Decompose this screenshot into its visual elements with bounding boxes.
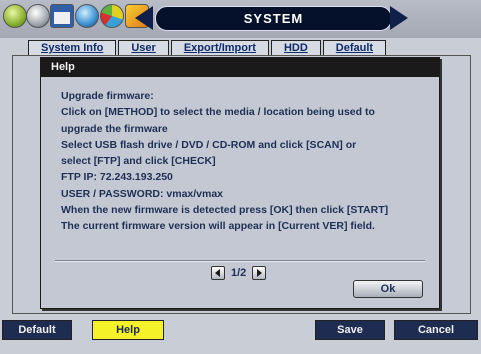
save-button[interactable]: Save: [315, 320, 385, 340]
cancel-button[interactable]: Cancel: [394, 320, 478, 340]
next-menu-arrow-icon[interactable]: [390, 6, 408, 30]
help-line: select [FTP] and click [CHECK]: [61, 155, 216, 168]
prev-page-button[interactable]: [211, 266, 225, 280]
tab-system-info[interactable]: System Info: [28, 40, 117, 55]
help-line: Select USB flash drive / DVD / CD-ROM an…: [61, 138, 357, 151]
help-line: The current firmware version will appear…: [61, 220, 375, 233]
tab-default[interactable]: Default: [322, 40, 387, 55]
prev-menu-arrow-icon[interactable]: [135, 6, 153, 30]
pager: 1/2: [211, 265, 267, 281]
triangle-right-icon: [257, 269, 263, 277]
help-dialog: Help Upgrade firmware: Click on [METHOD]…: [40, 57, 440, 309]
calendar-icon[interactable]: [50, 4, 74, 28]
help-line: FTP IP: 72.243.193.250: [61, 171, 173, 184]
tab-user[interactable]: User: [118, 40, 169, 55]
top-toolbar: SYSTEM: [0, 0, 481, 38]
power-icon[interactable]: [26, 4, 50, 28]
help-line: Click on [METHOD] to select the media / …: [61, 106, 375, 119]
ok-button[interactable]: Ok: [353, 280, 423, 298]
gear-icon[interactable]: [3, 4, 27, 28]
bottom-button-bar: Default Help Save Cancel: [0, 320, 481, 342]
divider: [55, 260, 425, 262]
help-button[interactable]: Help: [92, 320, 164, 340]
help-text: Upgrade firmware: Click on [METHOD] to s…: [61, 88, 431, 235]
menu-title: SYSTEM: [155, 6, 392, 31]
page-indicator: 1/2: [231, 267, 247, 279]
help-line: USER / PASSWORD: vmax/vmax: [61, 187, 224, 200]
help-line: upgrade the firmware: [61, 122, 168, 135]
default-button[interactable]: Default: [2, 320, 72, 340]
tab-export-import[interactable]: Export/Import: [170, 40, 269, 55]
tab-hdd[interactable]: HDD: [270, 40, 321, 55]
triangle-left-icon: [215, 269, 220, 277]
next-page-button[interactable]: [252, 266, 267, 280]
help-line: Upgrade firmware:: [61, 90, 154, 102]
dialog-title: Help: [41, 58, 439, 77]
pie-chart-icon[interactable]: [100, 4, 124, 28]
help-line: When the new firmware is detected press …: [61, 204, 389, 217]
globe-icon[interactable]: [75, 4, 99, 28]
tab-bar: System Info User Export/Import HDD Defau…: [28, 40, 387, 55]
